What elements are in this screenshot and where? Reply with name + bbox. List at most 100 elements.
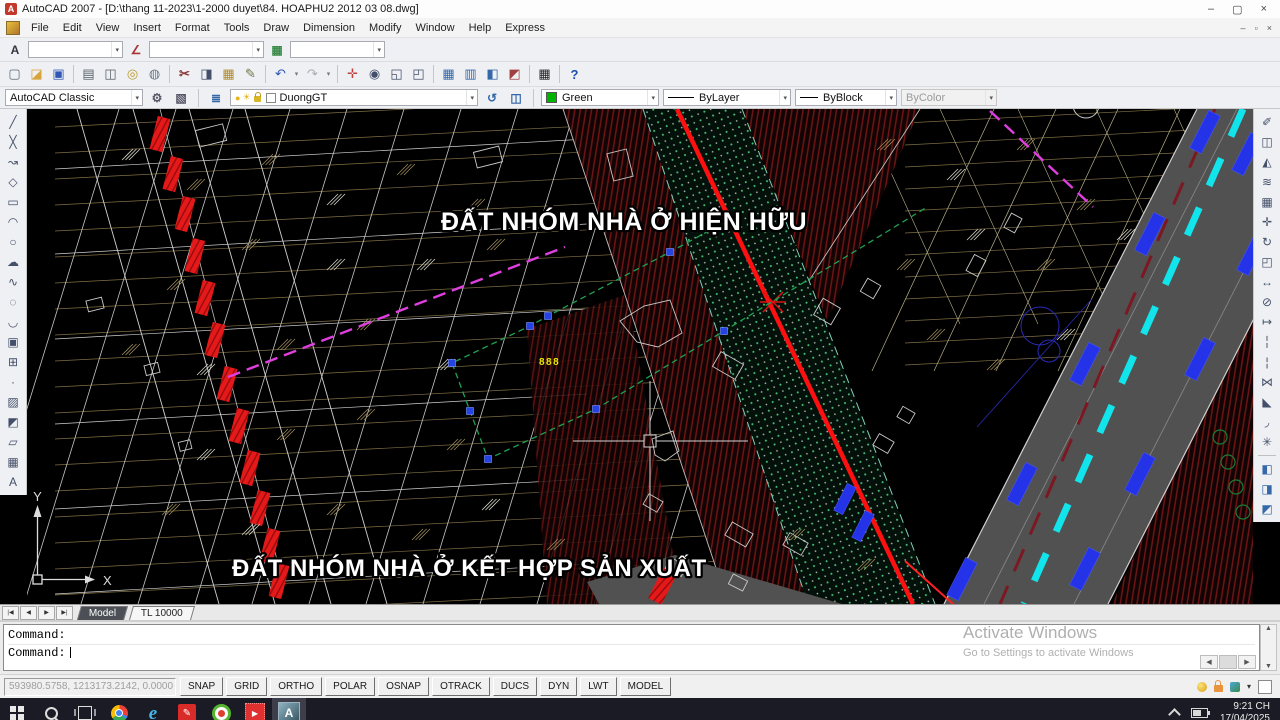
chevron-down-icon[interactable]: ▾ (111, 42, 122, 57)
taskbar-chrome[interactable] (102, 698, 136, 720)
layer-combo[interactable]: ● ☀ DuongGT ▾ (230, 89, 478, 106)
drawing-viewport[interactable]: ĐẤT NHÓM NHÀ Ở HIỆN HỮU ĐẤT NHÓM NHÀ Ở K… (27, 109, 1253, 604)
text-style-combo[interactable]: ▾ (28, 41, 123, 58)
scale-button[interactable]: ◰ (1256, 252, 1278, 272)
tray-expand-icon[interactable] (1168, 708, 1181, 720)
arc-button[interactable]: ◠ (2, 212, 24, 232)
hatch-button[interactable]: ▨ (2, 392, 24, 412)
extend-button[interactable]: ↦ (1256, 312, 1278, 332)
join-button[interactable]: ⋈ (1256, 372, 1278, 392)
clean-screen-button[interactable] (1258, 680, 1272, 694)
command-input-area[interactable]: Command: Command: (3, 624, 1260, 671)
new-file-button[interactable]: ▢ (4, 64, 25, 84)
status-menu-arrow-icon[interactable]: ▾ (1247, 682, 1251, 691)
workspace-combo[interactable]: AutoCAD Classic ▾ (5, 89, 143, 106)
erase-button[interactable]: ✐ (1256, 112, 1278, 132)
redo-button[interactable]: ↷ (302, 64, 323, 84)
grip-point[interactable] (449, 360, 456, 367)
tab-tl-10000[interactable]: TL 10000 (129, 606, 195, 620)
trim-button[interactable]: ⊘ (1256, 292, 1278, 312)
toggle-lwt[interactable]: LWT (580, 677, 616, 696)
command-hscrollbar[interactable]: ◀ ▶ (1200, 655, 1256, 669)
spline-button[interactable]: ∿ (2, 272, 24, 292)
command-prompt-line[interactable]: Command: (8, 645, 1255, 662)
menu-format[interactable]: Format (168, 20, 217, 36)
construction-line-button[interactable]: ╳ (2, 132, 24, 152)
dimension-style-combo[interactable]: ▾ (149, 41, 264, 58)
revision-cloud-button[interactable]: ☁ (2, 252, 24, 272)
menu-dimension[interactable]: Dimension (296, 20, 362, 36)
tab-nav-button-3[interactable]: ▶| (56, 606, 73, 620)
region-button[interactable]: ▱ (2, 432, 24, 452)
draw-order-back-button[interactable]: ◨ (1256, 479, 1278, 499)
chevron-down-icon[interactable]: ▾ (885, 90, 896, 105)
circle-button[interactable]: ○ (2, 232, 24, 252)
child-close-button[interactable]: × (1267, 23, 1272, 33)
insert-block-button[interactable]: ▣ (2, 332, 24, 352)
sheet-set-manager-button[interactable]: ▦ (438, 64, 459, 84)
menu-draw[interactable]: Draw (256, 20, 296, 36)
menu-window[interactable]: Window (408, 20, 461, 36)
publish-button[interactable]: ◎ (122, 64, 143, 84)
tab-nav-button-1[interactable]: ◀ (20, 606, 37, 620)
scroll-right-icon[interactable]: ▶ (1238, 655, 1256, 669)
taskbar-red-app[interactable]: ✎ (170, 698, 204, 720)
copy-button[interactable]: ◨ (196, 64, 217, 84)
stretch-button[interactable]: ↔ (1256, 272, 1278, 292)
child-restore-button[interactable]: ▫ (1255, 23, 1258, 33)
match-properties-button[interactable]: ✎ (240, 64, 261, 84)
chevron-down-icon[interactable]: ▾ (373, 42, 384, 57)
open-folder-button[interactable]: ◪ (26, 64, 47, 84)
paste-button[interactable]: ▦ (218, 64, 239, 84)
taskbar-internet-explorer[interactable]: e (136, 698, 170, 720)
multiline-text-button[interactable]: A (2, 472, 24, 492)
offset-button[interactable]: ≋ (1256, 172, 1278, 192)
menu-edit[interactable]: Edit (56, 20, 89, 36)
array-button[interactable]: ▦ (1256, 192, 1278, 212)
cut-button[interactable]: ✂ (174, 64, 195, 84)
toggle-dyn[interactable]: DYN (540, 677, 577, 696)
zoom-window-button[interactable]: ◱ (386, 64, 407, 84)
menu-modify[interactable]: Modify (362, 20, 408, 36)
child-minimize-button[interactable]: – (1241, 23, 1246, 33)
layer-properties-icon[interactable]: ≣ (206, 89, 226, 107)
point-button[interactable]: · (2, 372, 24, 392)
dimension-style-icon[interactable]: ∠ (126, 41, 146, 59)
zoom-previous-button[interactable]: ◰ (408, 64, 429, 84)
toggle-osnap[interactable]: OSNAP (378, 677, 429, 696)
taskbar-start[interactable] (0, 698, 34, 720)
undo-button[interactable]: ↶ (270, 64, 291, 84)
minimize-button[interactable]: – (1208, 3, 1214, 16)
taskbar-coccoc-browser[interactable] (204, 698, 238, 720)
scroll-up-icon[interactable]: ▲ (1265, 625, 1272, 632)
color-combo[interactable]: Green ▾ (541, 89, 659, 106)
tool-palettes-button[interactable]: ▥ (460, 64, 481, 84)
chevron-down-icon[interactable]: ▾ (252, 42, 263, 57)
rotate-button[interactable]: ↻ (1256, 232, 1278, 252)
taskbar-search[interactable] (34, 698, 68, 720)
menu-view[interactable]: View (89, 20, 127, 36)
redo-dropdown-icon[interactable]: ▾ (324, 64, 333, 84)
menu-tools[interactable]: Tools (217, 20, 257, 36)
draw-order-above-button[interactable]: ◩ (1256, 499, 1278, 519)
undo-dropdown-icon[interactable]: ▾ (292, 64, 301, 84)
taskbar-clock[interactable]: 9:21 CH 17/04/2025 (1220, 701, 1270, 720)
line-button[interactable]: ╱ (2, 112, 24, 132)
taskbar-autocad[interactable]: A (272, 698, 306, 720)
tab-nav-button-0[interactable]: |◀ (2, 606, 19, 620)
quickcalc-button[interactable]: ▦ (534, 64, 555, 84)
workspace-settings-icon[interactable]: ⚙ (147, 89, 167, 107)
toggle-polar[interactable]: POLAR (325, 677, 375, 696)
move-button[interactable]: ✛ (1256, 212, 1278, 232)
explode-button[interactable]: ✳ (1256, 432, 1278, 452)
chamfer-button[interactable]: ◣ (1256, 392, 1278, 412)
zoom-realtime-button[interactable]: ◉ (364, 64, 385, 84)
layer-unlock-icon[interactable] (254, 96, 261, 102)
toggle-otrack[interactable]: OTRACK (432, 677, 490, 696)
battery-icon[interactable] (1191, 708, 1208, 718)
table-style-icon[interactable]: ▦ (267, 41, 287, 59)
taskbar-video-app[interactable]: ▶ (238, 698, 272, 720)
mirror-button[interactable]: ◭ (1256, 152, 1278, 172)
copy-object-button[interactable]: ◫ (1256, 132, 1278, 152)
lineweight-combo[interactable]: ByBlock ▾ (795, 89, 897, 106)
